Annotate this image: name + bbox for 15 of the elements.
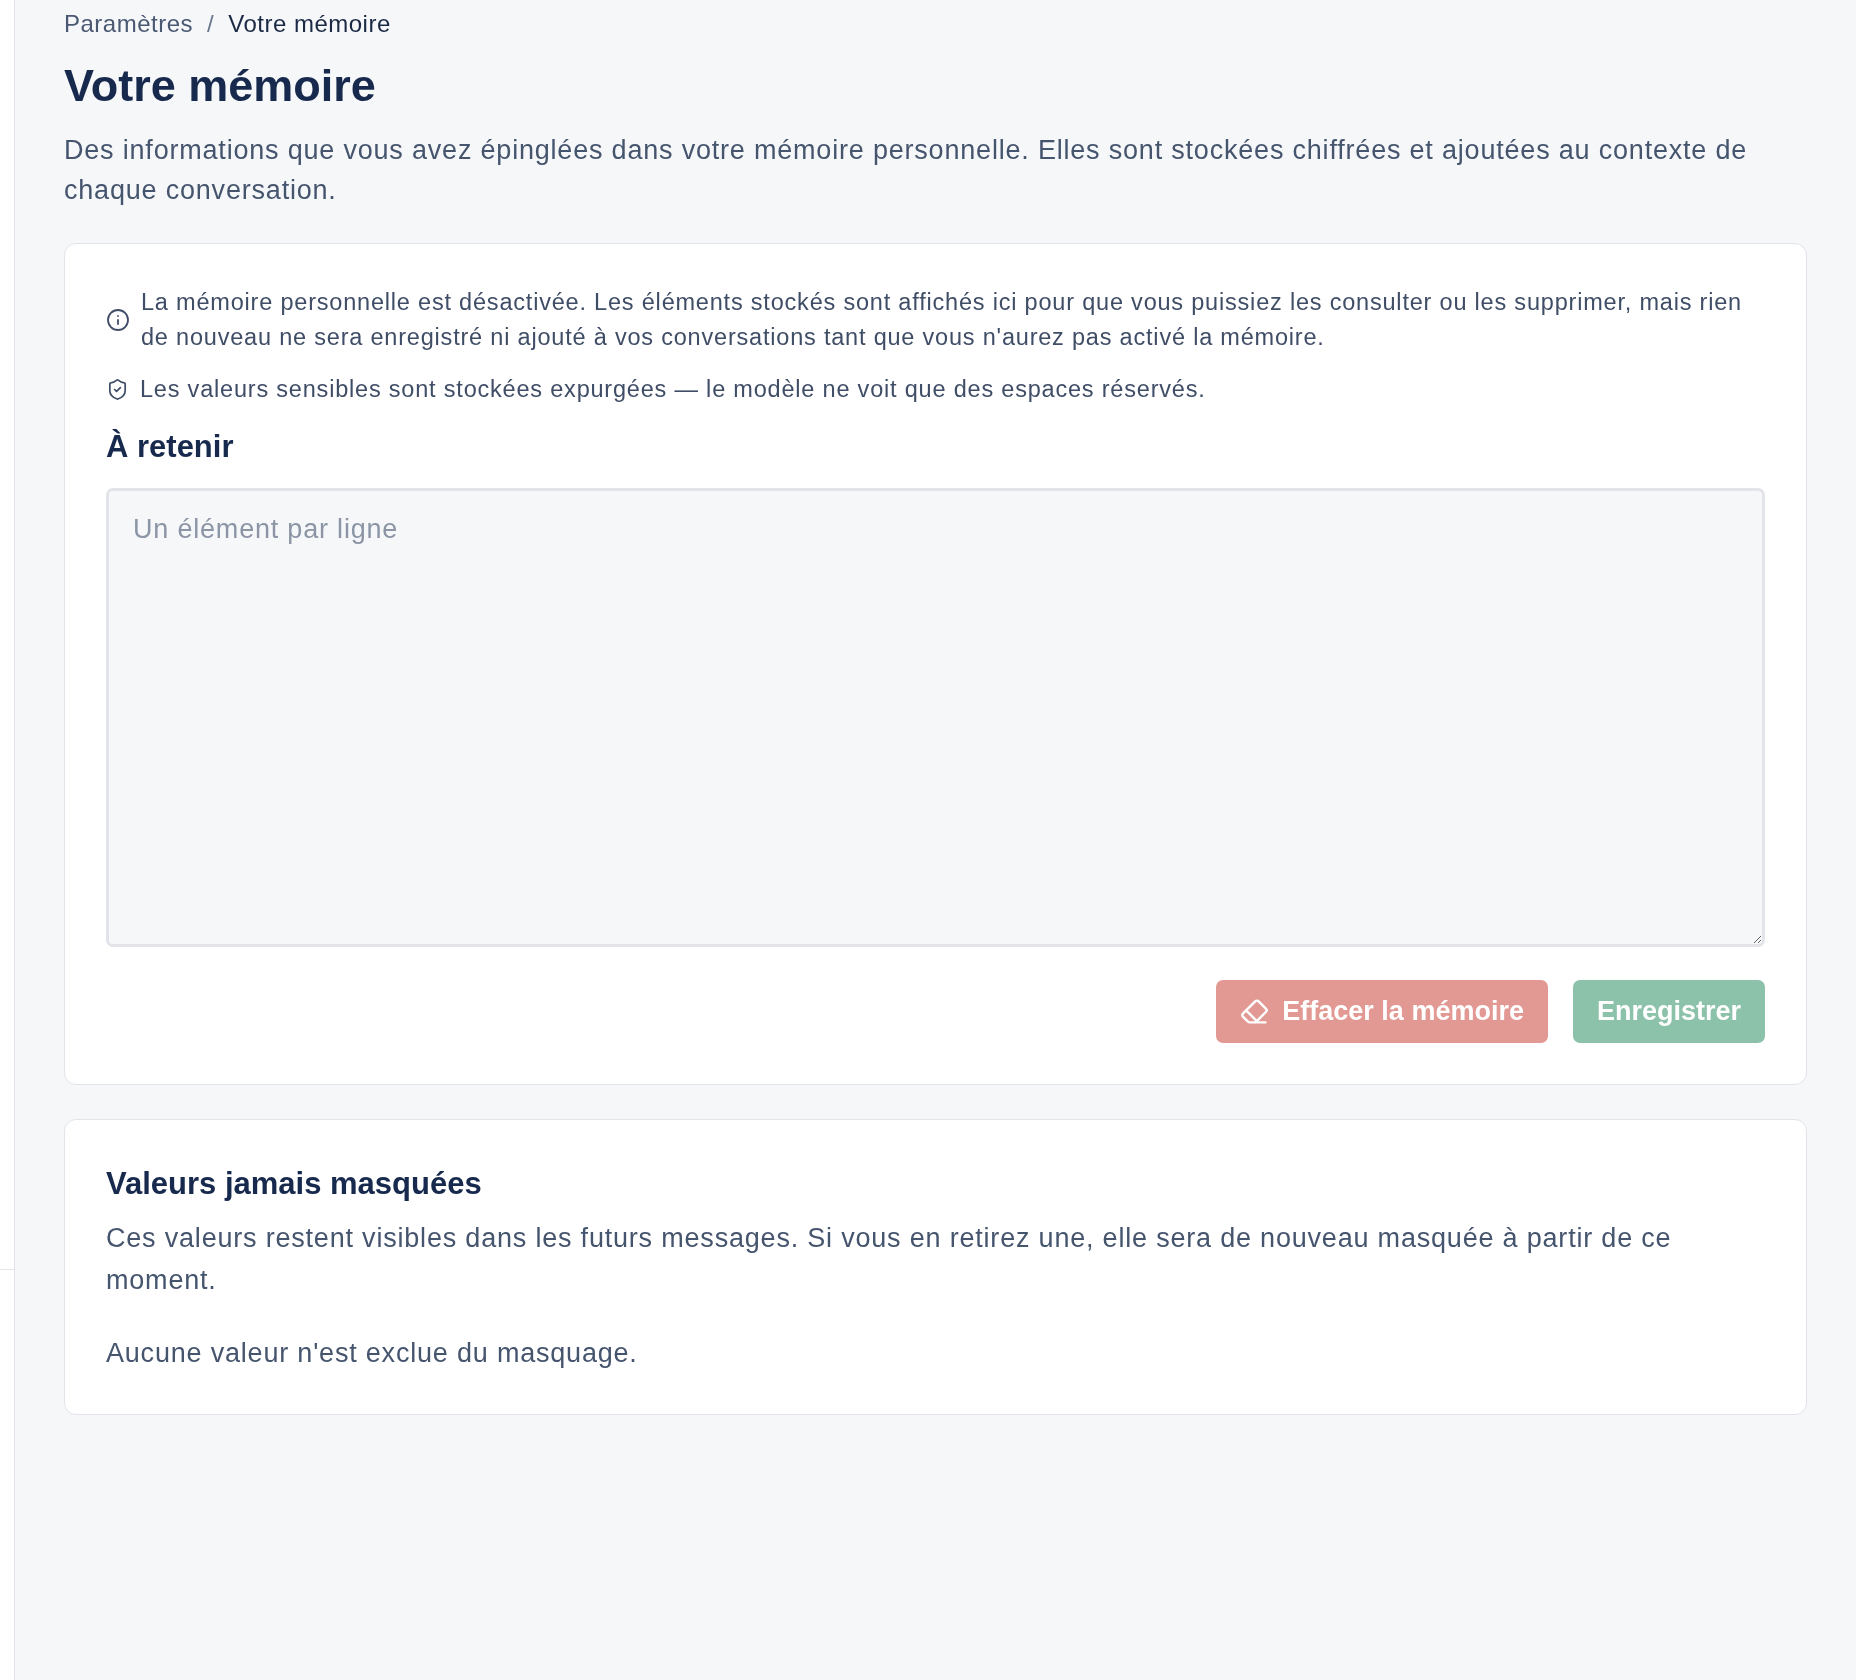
memory-textarea[interactable]: Un élément par ligne [106,488,1765,947]
shield-check-icon [106,378,129,401]
eraser-icon [1240,997,1270,1026]
breadcrumb-link[interactable]: Paramètres [64,8,194,40]
breadcrumb-current: Votre mémoire [228,9,391,39]
breadcrumb-separator: / [207,9,215,39]
empty-message: Aucune valeur n'est exclue du masquage. [106,1337,639,1370]
info-icon [106,308,130,332]
page-title: Votre mémoire [64,60,377,112]
section-description: Ces valeurs restent visibles dans les futurs messages. Si vous en retirez une, elle sera de nouveau masquée à partir de ce moment. [106,1222,1673,1297]
section-heading: Valeurs jamais masquées [106,1165,483,1203]
page-description: Des informations que vous avez épinglées dans votre mémoire personnelle. Elles sont stockées chiffrées et ajoutées au contexte de chaque conversation. [64,134,1749,207]
section-heading: À retenir [106,428,235,466]
notice-text: Les valeurs sensibles sont stockées expurgées — le modèle ne voit que des espaces réservés. [140,375,1206,404]
notice-text: La mémoire personnelle est désactivée. Les éléments stockés sont affichés ici pour que vous puissiez les consulter ou les supprimer, mais rien de nouveau ne sera enregistré ni ajouté à vos conversations tant que vous n'aurez pas activé la mémoire. [141,288,1743,352]
